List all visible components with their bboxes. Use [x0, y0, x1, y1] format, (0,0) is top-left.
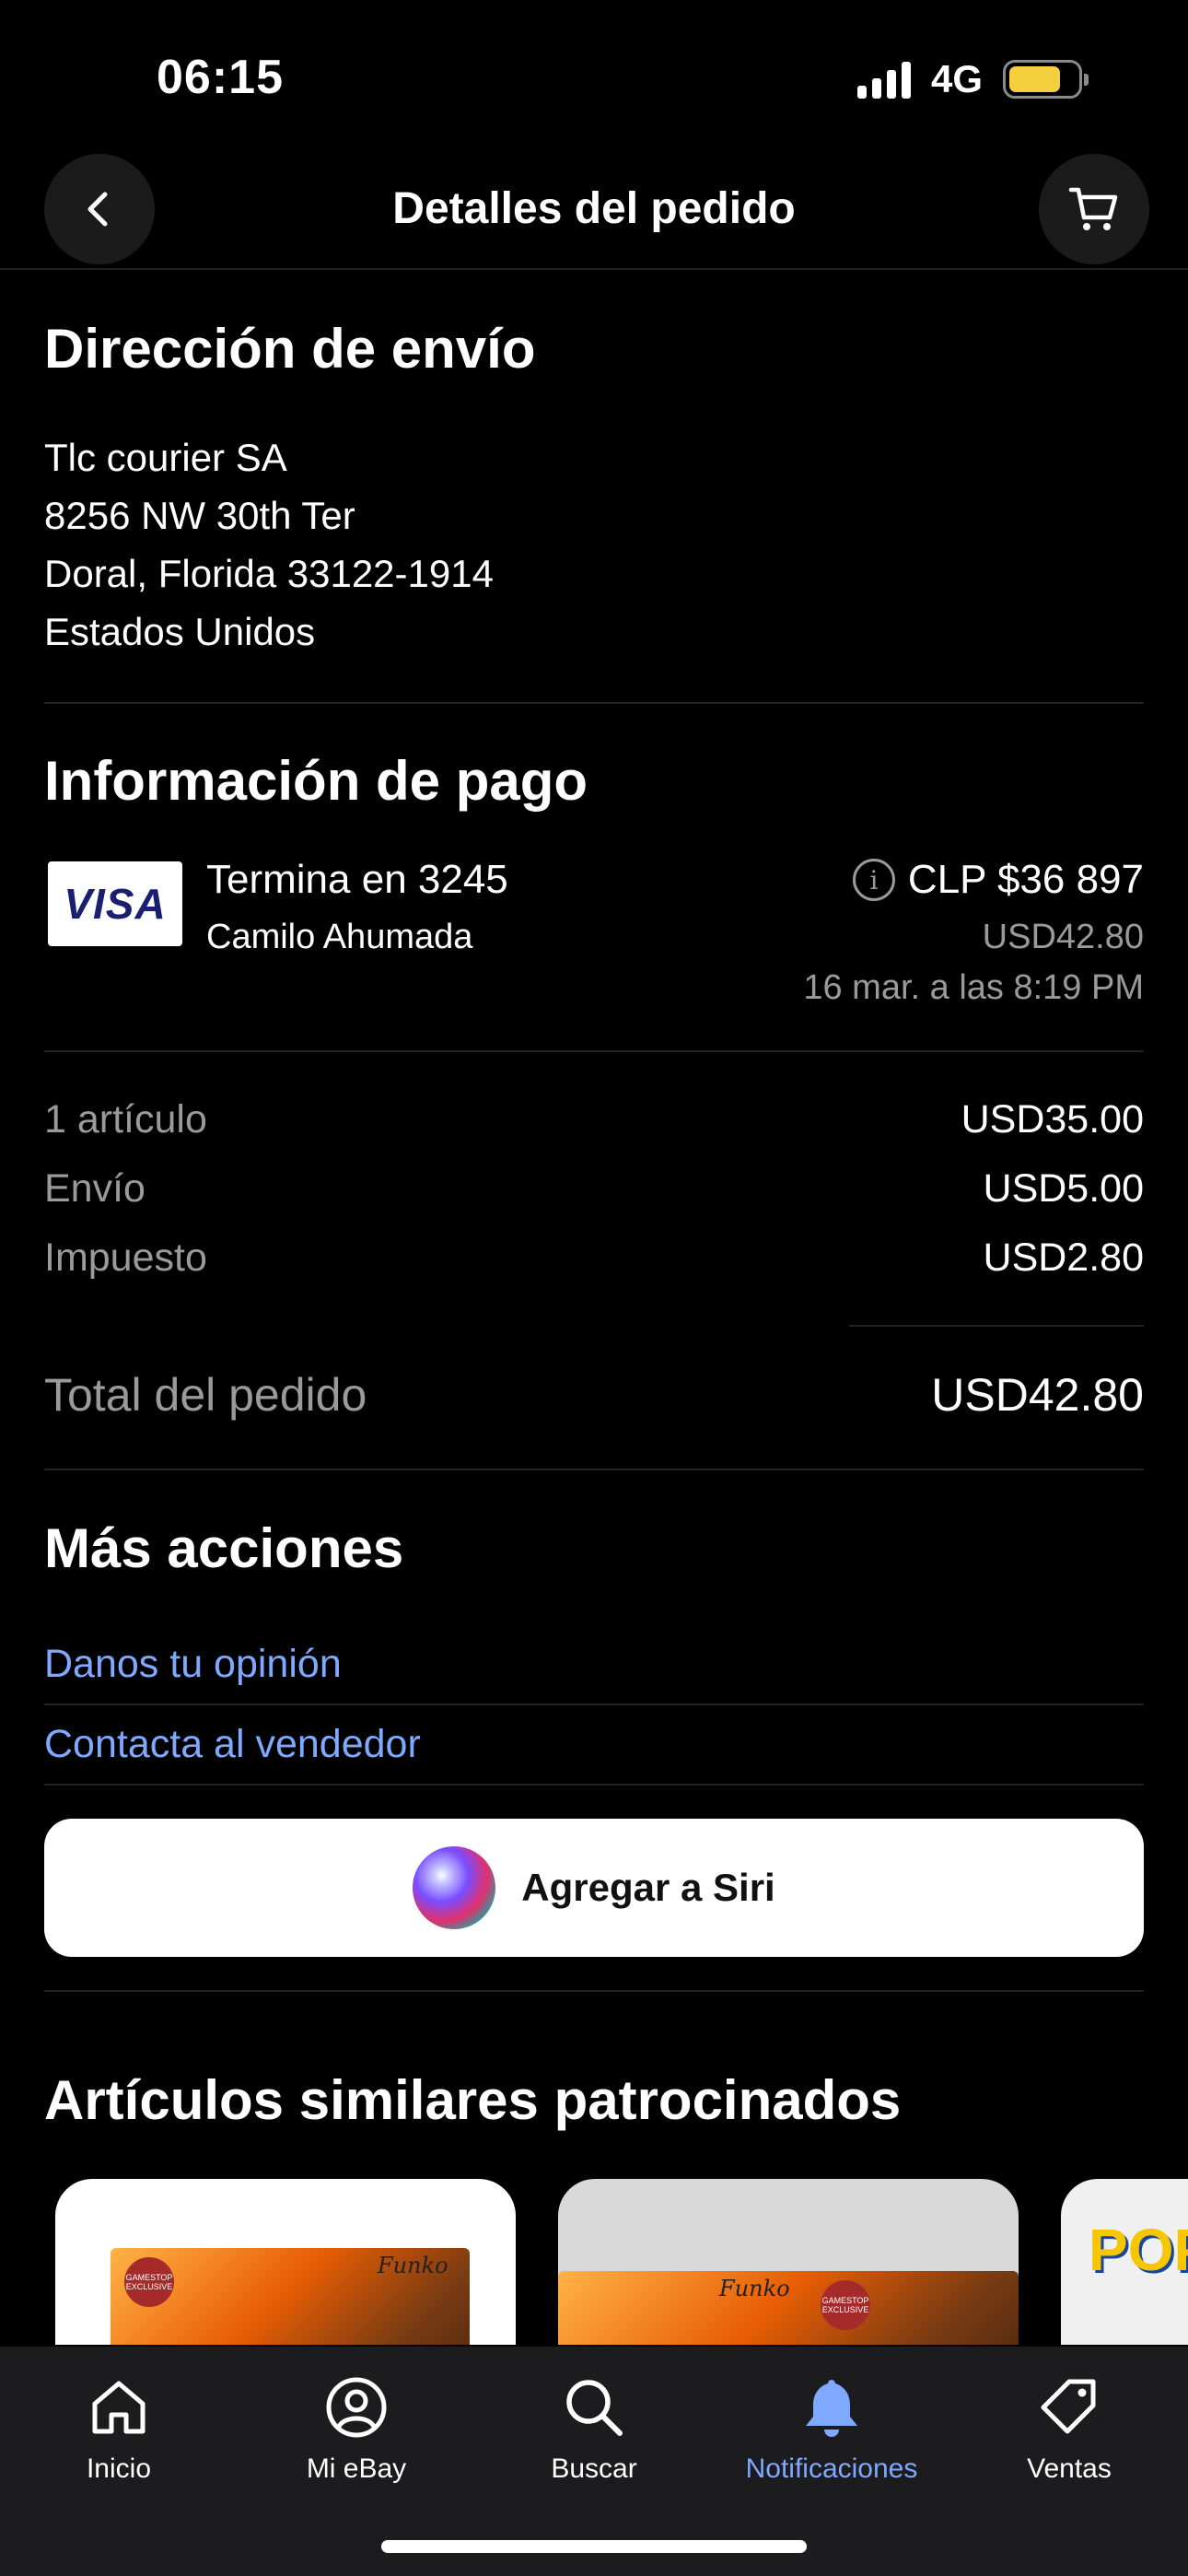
divider [44, 1784, 1144, 1786]
siri-button-label: Agregar a Siri [521, 1866, 775, 1909]
payment-date: 16 mar. a las 8:19 PM [803, 968, 1144, 1007]
divider [44, 1990, 1144, 1992]
actions-section-title: Más acciones [44, 1517, 404, 1579]
add-to-siri-button[interactable]: Agregar a Siri [44, 1819, 1144, 1957]
card-holder: Camilo Ahumada [206, 918, 473, 956]
card-brand: VISA [64, 880, 167, 928]
clp-amount: CLP $36 897 [907, 857, 1144, 902]
divider [44, 1469, 1144, 1470]
address-line-3: Doral, Florida 33122-1914 [44, 552, 494, 595]
status-bar: 06:15 4G [0, 0, 1188, 147]
product-card[interactable]: POP! [1061, 2179, 1188, 2345]
product-card[interactable]: Funko GAMESTOP EXCLUSIVE [558, 2179, 1019, 2345]
divider [44, 1050, 1144, 1052]
tab-mi-ebay[interactable]: Mi eBay [238, 2369, 475, 2485]
home-indicator[interactable] [381, 2540, 807, 2553]
summary-tax-label: Impuesto [44, 1235, 207, 1280]
order-total-value: USD42.80 [931, 1369, 1144, 1421]
subtotal-divider [849, 1325, 1144, 1327]
tab-label: Buscar [551, 2453, 637, 2484]
tab-inicio[interactable]: Inicio [0, 2369, 238, 2485]
tag-icon [1041, 2379, 1096, 2434]
card-ending: Termina en 3245 [206, 857, 508, 902]
tab-label: Mi eBay [306, 2453, 407, 2484]
summary-item-value: USD35.00 [961, 1097, 1144, 1142]
product-card[interactable]: GAMESTOP EXCLUSIVE Funko [55, 2179, 516, 2345]
signal-icon [856, 60, 911, 99]
divider [44, 702, 1144, 704]
cart-button[interactable] [1039, 154, 1149, 264]
product-badge: GAMESTOP EXCLUSIVE [124, 2257, 174, 2307]
summary-shipping-label: Envío [44, 1166, 146, 1211]
contact-seller-link[interactable]: Contacta al vendedor [44, 1722, 421, 1767]
address-line-4: Estados Unidos [44, 610, 316, 653]
sponsored-carousel[interactable]: GAMESTOP EXCLUSIVE Funko Funko GAMESTOP … [0, 2179, 1188, 2345]
summary-tax-value: USD2.80 [983, 1235, 1144, 1280]
payment-amount-clp: i CLP $36 897 [852, 857, 1144, 903]
bell-icon [806, 2380, 857, 2437]
status-time: 06:15 [157, 51, 284, 104]
order-total-label: Total del pedido [44, 1369, 367, 1421]
product-brand: POP! [1089, 2217, 1188, 2283]
visa-card-logo: VISA [48, 861, 182, 946]
tab-label: Inicio [86, 2453, 152, 2484]
product-badge: GAMESTOP EXCLUSIVE [821, 2280, 870, 2330]
search-icon [566, 2380, 623, 2436]
profile-icon [326, 2377, 387, 2438]
sponsored-section-title: Artículos similares patrocinados [44, 2069, 902, 2131]
product-brand: Funko [378, 2253, 448, 2278]
siri-icon [413, 1846, 496, 1929]
address-line-2: 8256 NW 30th Ter [44, 494, 355, 537]
tab-label: Notificaciones [745, 2453, 918, 2484]
battery-icon [1003, 60, 1089, 99]
status-indicators: 4G [856, 57, 1089, 101]
payment-section-title: Información de pago [44, 750, 588, 812]
page-title: Detalles del pedido [392, 184, 796, 233]
summary-shipping-value: USD5.00 [983, 1166, 1144, 1211]
address-line-1: Tlc courier SA [44, 436, 287, 479]
summary-item-label: 1 artículo [44, 1097, 207, 1142]
info-icon[interactable]: i [852, 859, 895, 901]
divider [44, 1704, 1144, 1705]
home-icon [92, 2381, 146, 2434]
tab-notificaciones[interactable]: Notificaciones [713, 2369, 950, 2485]
payment-amount-usd: USD42.80 [982, 918, 1144, 956]
tab-label: Ventas [1027, 2453, 1112, 2484]
product-brand: Funko [719, 2276, 790, 2301]
tab-ventas[interactable]: Ventas [950, 2369, 1188, 2485]
cart-icon [1068, 187, 1118, 230]
network-type: 4G [930, 57, 983, 100]
feedback-link[interactable]: Danos tu opinión [44, 1642, 342, 1687]
shipping-section-title: Dirección de envío [44, 318, 536, 380]
tab-buscar[interactable]: Buscar [475, 2369, 713, 2485]
nav-header: Detalles del pedido [0, 152, 1188, 270]
